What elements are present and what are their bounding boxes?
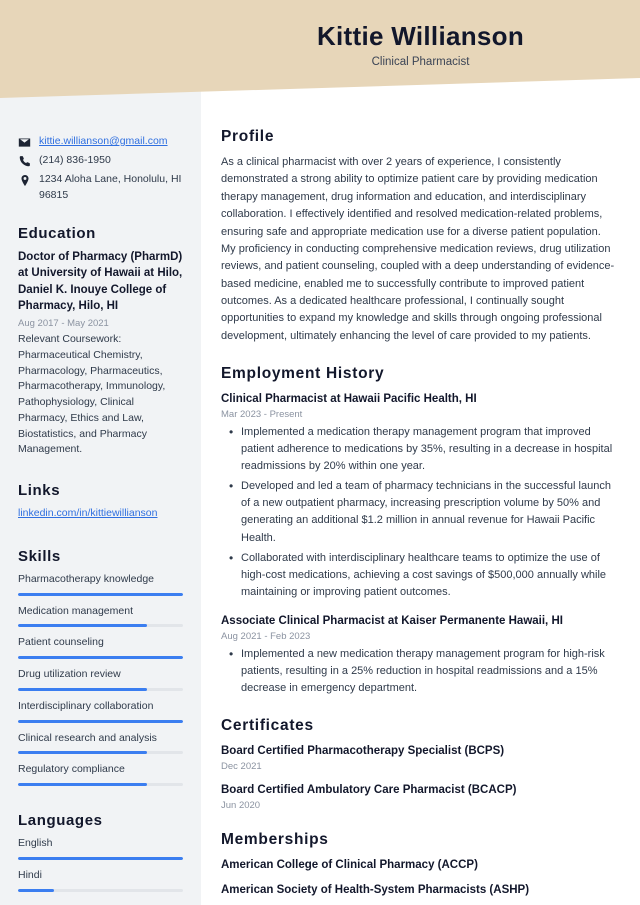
- profile-section: Profile As a clinical pharmacist with ov…: [221, 128, 615, 345]
- skill-label: Regulatory compliance: [18, 763, 125, 776]
- language-item: English: [18, 836, 183, 860]
- skill-label: Interdisciplinary collaboration: [18, 699, 154, 712]
- job-date: Mar 2023 - Present: [221, 409, 303, 421]
- language-level-fill: [18, 888, 55, 892]
- links-section: Links linkedin.com/in/kittiewillianson: [18, 482, 183, 522]
- contact-email-row[interactable]: kittie.willianson@gmail.com: [18, 134, 183, 149]
- header-content: Kittie Willianson Clinical Pharmacist: [201, 0, 640, 68]
- job-role-subtitle: Clinical Pharmacist: [371, 55, 470, 68]
- skills-heading: Skills: [18, 547, 61, 565]
- skill-label: Pharmacotherapy knowledge: [18, 572, 154, 585]
- skill-level-fill: [18, 751, 147, 755]
- job-bullet: Collaborated with interdisciplinary heal…: [221, 549, 615, 601]
- language-level-track: [18, 856, 183, 860]
- skill-level-track: [18, 656, 183, 660]
- job-bullet: Developed and led a team of pharmacy tec…: [221, 477, 615, 546]
- contact-email-value[interactable]: kittie.willianson@gmail.com: [39, 134, 168, 149]
- language-level-track: [18, 888, 183, 892]
- contact-address-row: 1234 Aloha Lane, Honolulu, HI 96815: [18, 172, 183, 202]
- language-item: Hindi: [18, 868, 183, 892]
- contact-address-value: 1234 Aloha Lane, Honolulu, HI 96815: [39, 173, 182, 201]
- skill-level-fill: [18, 656, 183, 660]
- contact-phone-row[interactable]: (214) 836-1950: [18, 153, 183, 168]
- skill-label: Medication management: [18, 604, 133, 617]
- memberships-section: Memberships American College of Clinical…: [221, 831, 615, 898]
- skill-level-track: [18, 719, 183, 723]
- skill-item: Regulatory compliance: [18, 762, 183, 787]
- education-item-date: Aug 2017 - May 2021: [18, 318, 109, 330]
- skill-level-track: [18, 687, 183, 691]
- job-title: Associate Clinical Pharmacist at Kaiser …: [221, 614, 563, 627]
- phone-icon: [18, 154, 31, 168]
- education-item-title: Doctor of Pharmacy (PharmD) at Universit…: [18, 250, 183, 312]
- contact-phone-value: (214) 836-1950: [39, 154, 111, 167]
- skill-item: Patient counseling: [18, 635, 183, 660]
- skills-section: Skills Pharmacotherapy knowledge Medicati…: [18, 547, 183, 787]
- skill-label: Patient counseling: [18, 636, 104, 649]
- profile-heading: Profile: [221, 128, 275, 145]
- skill-level-track: [18, 783, 183, 787]
- skills-list: Pharmacotherapy knowledge Medication mana…: [18, 572, 183, 787]
- memberships-heading: Memberships: [221, 831, 329, 849]
- job-bullet-list: Implemented a new medication therapy man…: [221, 645, 615, 697]
- profile-text: As a clinical pharmacist with over 2 yea…: [221, 156, 615, 342]
- job-date: Aug 2021 - Feb 2023: [221, 630, 311, 642]
- skill-item: Drug utilization review: [18, 667, 183, 691]
- certificates-list: Board Certified Pharmacotherapy Speciali…: [221, 743, 615, 811]
- page-title: Kittie Willianson: [316, 21, 525, 51]
- skill-label: Drug utilization review: [18, 668, 121, 681]
- certificate-title: Board Certified Ambulatory Care Pharmaci…: [221, 784, 517, 797]
- education-section: Education Doctor of Pharmacy (PharmD) at…: [18, 225, 183, 458]
- job-title: Clinical Pharmacist at Hawaii Pacific He…: [221, 393, 477, 406]
- certificate-date: Dec 2021: [221, 761, 262, 773]
- skill-level-fill: [18, 719, 183, 723]
- job-bullet: Implemented a medication therapy managem…: [221, 423, 615, 475]
- language-level-fill: [18, 856, 183, 860]
- employment-heading: Employment History: [221, 365, 385, 383]
- skill-level-fill: [18, 592, 183, 596]
- certificate-entry: Board Certified Ambulatory Care Pharmaci…: [221, 782, 615, 811]
- membership-item: American College of Clinical Pharmacy (A…: [221, 859, 478, 872]
- memberships-list: American College of Clinical Pharmacy (A…: [221, 857, 615, 898]
- skill-level-fill: [18, 624, 147, 628]
- skill-item: Clinical research and analysis: [18, 731, 183, 755]
- links-heading: Links: [18, 482, 61, 500]
- skill-item: Medication management: [18, 604, 183, 628]
- certificate-entry: Board Certified Pharmacotherapy Speciali…: [221, 743, 615, 772]
- education-item: Doctor of Pharmacy (PharmD) at Universit…: [18, 249, 183, 458]
- membership-item: American Society of Health-System Pharma…: [221, 884, 530, 897]
- skill-level-fill: [18, 687, 147, 691]
- skill-label: Clinical research and analysis: [18, 731, 157, 744]
- language-label: English: [18, 837, 53, 850]
- education-item-description: Relevant Coursework: Pharmaceutical Chem…: [18, 333, 166, 456]
- link-item-linkedin[interactable]: linkedin.com/in/kittiewillianson: [18, 506, 183, 522]
- main-content: Profile As a clinical pharmacist with ov…: [201, 0, 640, 905]
- education-heading: Education: [18, 224, 96, 242]
- job-bullet-list: Implemented a medication therapy managem…: [221, 423, 615, 601]
- certificates-heading: Certificates: [221, 716, 314, 734]
- skill-level-track: [18, 624, 183, 628]
- languages-heading: Languages: [18, 812, 103, 830]
- certificates-section: Certificates Board Certified Pharmacothe…: [221, 717, 615, 811]
- skill-level-track: [18, 592, 183, 596]
- skill-item: Interdisciplinary collaboration: [18, 699, 183, 723]
- job-entry: Clinical Pharmacist at Hawaii Pacific He…: [221, 391, 615, 601]
- certificate-title: Board Certified Pharmacotherapy Speciali…: [221, 744, 505, 757]
- map-pin-icon: [18, 173, 31, 187]
- jobs-list: Clinical Pharmacist at Hawaii Pacific He…: [221, 391, 615, 697]
- language-label: Hindi: [18, 868, 42, 881]
- skill-level-track: [18, 751, 183, 755]
- resume-page: kittie.willianson@gmail.com (214) 836-19…: [0, 0, 640, 905]
- envelope-icon: [18, 135, 31, 149]
- languages-list: English Hindi: [18, 836, 183, 892]
- job-entry: Associate Clinical Pharmacist at Kaiser …: [221, 613, 615, 697]
- skill-level-fill: [18, 783, 147, 787]
- employment-section: Employment History Clinical Pharmacist a…: [221, 365, 615, 697]
- languages-section: Languages English Hindi: [18, 812, 183, 892]
- skill-item: Pharmacotherapy knowledge: [18, 572, 183, 596]
- job-bullet: Implemented a new medication therapy man…: [221, 645, 615, 697]
- sidebar: kittie.willianson@gmail.com (214) 836-19…: [0, 0, 201, 905]
- certificate-date: Jun 2020: [221, 800, 261, 812]
